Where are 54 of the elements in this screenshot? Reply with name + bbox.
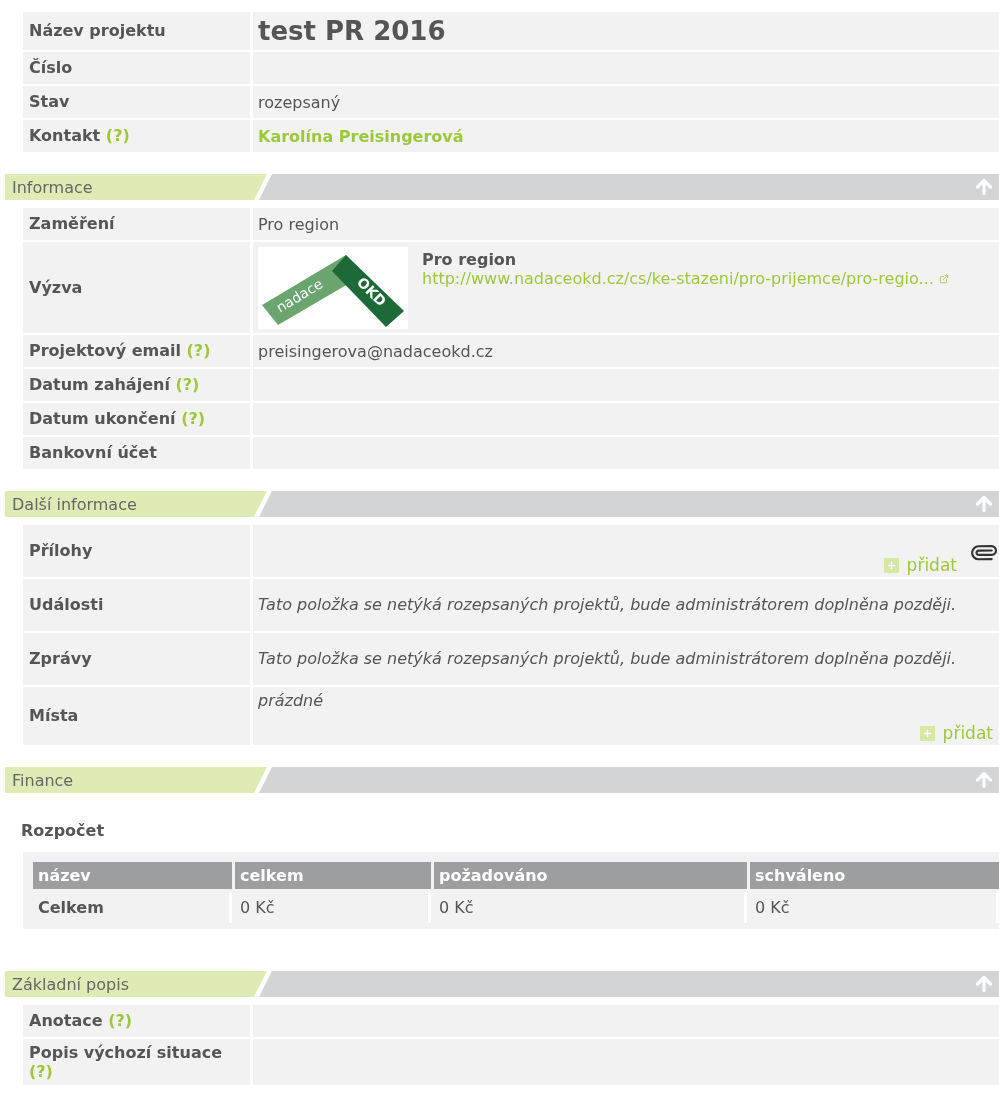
- subheading: Rozpočet: [21, 821, 106, 840]
- table-cell: 0 Kč: [434, 892, 747, 923]
- field-value: rozepsaný: [258, 92, 341, 112]
- add-link[interactable]: přidat: [883, 555, 957, 575]
- note-text: Tato položka se netýká rozepsaných projektů, bude administrátorem doplněna později.: [258, 649, 957, 669]
- field-label: Zaměření: [23, 208, 250, 240]
- section-heading[interactable]: Informace: [5, 174, 267, 200]
- call-link[interactable]: http://www.nadaceokd.cz/cs/ke-stazeni/pro-prijemce/pro-regio...: [422, 269, 949, 289]
- section-heading[interactable]: Základní popis: [5, 971, 267, 997]
- table-cell: 0 Kč: [750, 892, 999, 923]
- column-header: celkem: [235, 862, 431, 889]
- empty-text: prázdné: [258, 691, 324, 711]
- help-link[interactable]: (?): [29, 1062, 53, 1082]
- field-label: Místa: [23, 687, 250, 745]
- field-label: Název projektu: [23, 12, 250, 50]
- field-label: Bankovní účet: [23, 437, 250, 469]
- project-title: test PR 2016: [258, 16, 446, 46]
- contact-link[interactable]: Karolína Preisingerová: [258, 126, 464, 146]
- field-label: Stav: [23, 86, 250, 118]
- column-header: schváleno: [750, 862, 999, 889]
- collapse-icon[interactable]: [973, 493, 995, 515]
- help-link[interactable]: (?): [175, 375, 200, 395]
- collapse-icon[interactable]: [973, 769, 995, 791]
- field-label: Přílohy: [23, 525, 250, 577]
- call-title: Pro region: [422, 250, 518, 269]
- field-label: Kontakt (?): [23, 120, 250, 152]
- field-label: Datum ukončení (?): [23, 403, 250, 435]
- field-label: Číslo: [23, 52, 250, 84]
- help-link[interactable]: (?): [105, 126, 130, 146]
- help-link[interactable]: (?): [181, 409, 206, 429]
- add-link[interactable]: přidat: [919, 723, 993, 743]
- section-heading[interactable]: Finance: [5, 767, 267, 793]
- plus-icon: [919, 725, 935, 741]
- field-label: Projektový email (?): [23, 335, 250, 367]
- help-link[interactable]: (?): [108, 1011, 133, 1031]
- field-label: Události: [23, 579, 250, 631]
- field-label: Datum zahájení (?): [23, 369, 250, 401]
- column-header: název: [33, 862, 232, 889]
- note-text: Tato položka se netýká rozepsaných projektů, bude administrátorem doplněna později.: [258, 595, 957, 615]
- field-label: Zprávy: [23, 633, 250, 685]
- field-label: Popis výchozí situace (?): [23, 1039, 250, 1086]
- field-label: Výzva: [23, 242, 250, 333]
- table-cell: Celkem: [33, 892, 232, 923]
- plus-icon: [883, 557, 899, 573]
- help-link[interactable]: (?): [186, 341, 211, 361]
- external-link-icon: [938, 274, 949, 284]
- table-cell: 0 Kč: [235, 892, 431, 923]
- field-value: Pro region: [258, 214, 340, 234]
- field-value: preisingerova@nadaceokd.cz: [258, 341, 493, 361]
- collapse-icon[interactable]: [973, 973, 995, 995]
- field-label: Anotace (?): [23, 1005, 250, 1037]
- column-header: požadováno: [434, 862, 747, 889]
- collapse-icon[interactable]: [973, 176, 995, 198]
- section-heading[interactable]: Další informace: [5, 491, 267, 517]
